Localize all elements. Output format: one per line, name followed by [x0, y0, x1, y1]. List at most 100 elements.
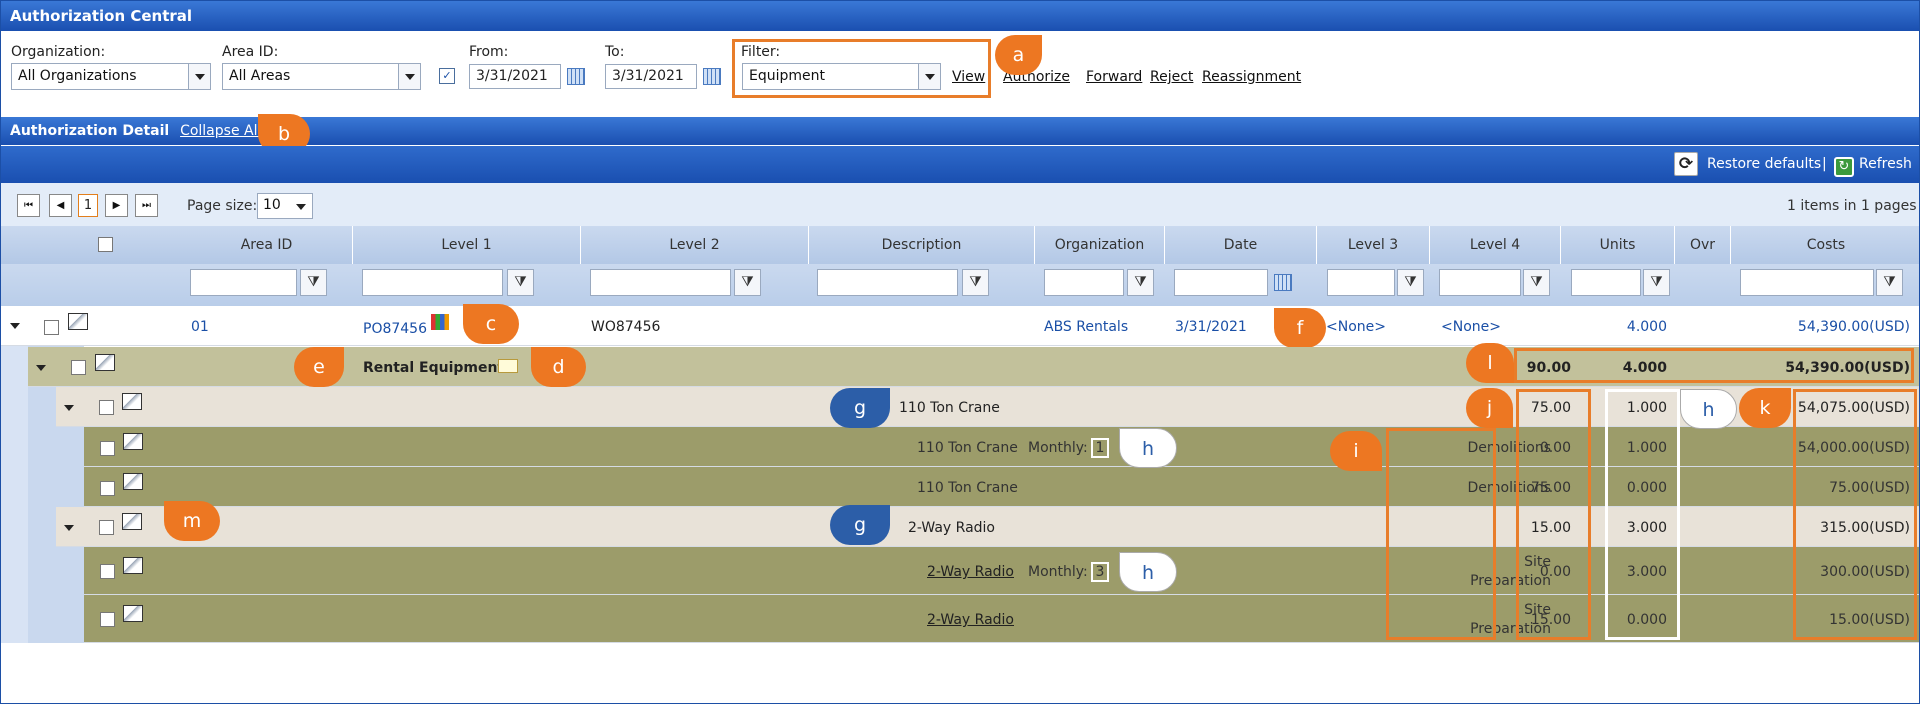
reassignment-link[interactable]: Reassignment — [1202, 69, 1301, 85]
description-cell: 110 Ton Crane — [917, 440, 1018, 456]
row-checkbox[interactable] — [100, 441, 115, 456]
date-range-checkbox[interactable]: ✓ — [439, 68, 455, 84]
filter-icon[interactable]: ⧩ — [734, 269, 761, 296]
date-filter-input[interactable] — [1174, 269, 1268, 296]
current-page[interactable]: 1 — [78, 194, 98, 217]
view-link[interactable]: View — [952, 69, 985, 85]
column-header-level4[interactable]: Level 4 — [1430, 226, 1561, 264]
first-page-icon[interactable]: ⏮ — [17, 194, 40, 217]
expand-toggle-icon[interactable] — [10, 323, 20, 329]
image-icon[interactable] — [95, 354, 115, 371]
column-header-organization[interactable]: Organization — [1035, 226, 1165, 264]
chevron-down-icon[interactable] — [290, 194, 312, 218]
row-checkbox[interactable] — [44, 320, 59, 335]
level1-filter-input[interactable] — [362, 269, 503, 296]
organization-value: All Organizations — [18, 68, 137, 84]
image-icon[interactable] — [123, 605, 143, 622]
filter-value: Equipment — [749, 68, 825, 84]
restore-defaults-button[interactable]: Restore defaults — [1707, 156, 1821, 172]
callout-a: a — [995, 35, 1042, 75]
filter-icon[interactable]: ⧩ — [962, 269, 989, 296]
area-id-filter-input[interactable] — [190, 269, 297, 296]
expand-toggle-icon[interactable] — [64, 405, 74, 411]
image-icon[interactable] — [123, 433, 143, 450]
collapse-all-link[interactable]: Collapse All — [180, 123, 261, 139]
description-filter-input[interactable] — [817, 269, 958, 296]
description-link[interactable]: 2-Way Radio — [927, 564, 1014, 581]
monthly-value[interactable]: 3 — [1091, 562, 1109, 582]
column-header-level3[interactable]: Level 3 — [1317, 226, 1430, 264]
to-date-input[interactable]: 3/31/2021 — [605, 64, 697, 89]
callout-e: e — [294, 347, 344, 387]
organization-select[interactable]: All Organizations — [11, 63, 211, 90]
units-filter-input[interactable] — [1571, 269, 1641, 296]
image-icon[interactable] — [123, 473, 143, 490]
filter-icon[interactable]: ⧩ — [1643, 269, 1670, 296]
costs-cell: 54,390.00(USD) — [1797, 319, 1910, 335]
filter-icon[interactable]: ⧩ — [1127, 269, 1154, 296]
level2-filter-input[interactable] — [590, 269, 731, 296]
from-date-input[interactable]: 3/31/2021 — [469, 64, 561, 89]
row-checkbox[interactable] — [71, 360, 86, 375]
row-checkbox[interactable] — [99, 400, 114, 415]
row-checkbox[interactable] — [100, 612, 115, 627]
indent-column — [1, 346, 28, 643]
area-id-select[interactable]: All Areas — [222, 63, 421, 90]
expand-toggle-icon[interactable] — [36, 365, 46, 371]
column-header-level2[interactable]: Level 2 — [581, 226, 809, 264]
image-icon[interactable] — [68, 313, 88, 330]
organization-filter-input[interactable] — [1044, 269, 1124, 296]
forward-link[interactable]: Forward — [1086, 69, 1142, 85]
reject-link[interactable]: Reject — [1150, 69, 1193, 85]
envelope-icon[interactable] — [498, 359, 518, 373]
description-cell: 110 Ton Crane — [899, 400, 1000, 416]
expand-toggle-icon[interactable] — [64, 525, 74, 531]
monthly-value[interactable]: 1 — [1091, 438, 1109, 458]
row-checkbox[interactable] — [100, 564, 115, 579]
restore-icon[interactable]: ⟳ — [1674, 152, 1698, 176]
costs-filter-input[interactable] — [1740, 269, 1874, 296]
group-name: Rental Equipment — [363, 360, 505, 376]
filter-icon[interactable]: ⧩ — [1876, 269, 1903, 296]
bar-chart-icon[interactable] — [431, 314, 449, 330]
column-header-costs[interactable]: Costs — [1731, 226, 1919, 264]
filter-icon[interactable]: ⧩ — [300, 269, 327, 296]
column-header-ovr[interactable]: Ovr — [1675, 226, 1731, 264]
calendar-icon[interactable] — [1274, 274, 1292, 291]
column-header-date[interactable]: Date — [1165, 226, 1317, 264]
column-header-units[interactable]: Units — [1561, 226, 1675, 264]
last-page-icon[interactable]: ⏭ — [135, 194, 158, 217]
image-icon[interactable] — [122, 393, 142, 410]
row-checkbox[interactable] — [100, 481, 115, 496]
level4-filter-input[interactable] — [1439, 269, 1521, 296]
grid-toolbar — [1, 146, 1919, 183]
select-all-checkbox[interactable] — [98, 237, 113, 252]
filter-icon[interactable]: ⧩ — [1523, 269, 1550, 296]
filter-select[interactable]: Equipment — [742, 63, 941, 90]
description-link[interactable]: 2-Way Radio — [927, 612, 1014, 629]
column-header-level1[interactable]: Level 1 — [353, 226, 581, 264]
calendar-icon[interactable] — [703, 68, 721, 85]
image-icon[interactable] — [122, 513, 142, 530]
chevron-down-icon[interactable] — [398, 64, 420, 89]
refresh-icon[interactable]: ↻ — [1834, 157, 1854, 177]
filter-label: Filter: — [741, 44, 781, 60]
level3-filter-input[interactable] — [1327, 269, 1395, 296]
column-header-area-id[interactable]: Area ID — [181, 226, 353, 264]
callout-box-col-a — [1516, 389, 1591, 640]
image-icon[interactable] — [123, 557, 143, 574]
chevron-down-icon[interactable] — [918, 64, 940, 89]
column-header-description[interactable]: Description — [809, 226, 1035, 264]
level1-link[interactable]: PO87456 — [363, 321, 427, 338]
calendar-icon[interactable] — [567, 68, 585, 85]
group-costs: 54,390.00(USD) — [1785, 360, 1910, 376]
pager-summary: 1 items in 1 pages — [1787, 198, 1917, 214]
filter-icon[interactable]: ⧩ — [507, 269, 534, 296]
row-checkbox[interactable] — [99, 520, 114, 535]
refresh-button[interactable]: Refresh — [1859, 156, 1912, 172]
prev-page-icon[interactable]: ◀ — [49, 194, 72, 217]
chevron-down-icon[interactable] — [188, 64, 210, 89]
page-size-select[interactable]: 10 — [257, 193, 313, 219]
filter-icon[interactable]: ⧩ — [1397, 269, 1424, 296]
next-page-icon[interactable]: ▶ — [105, 194, 128, 217]
